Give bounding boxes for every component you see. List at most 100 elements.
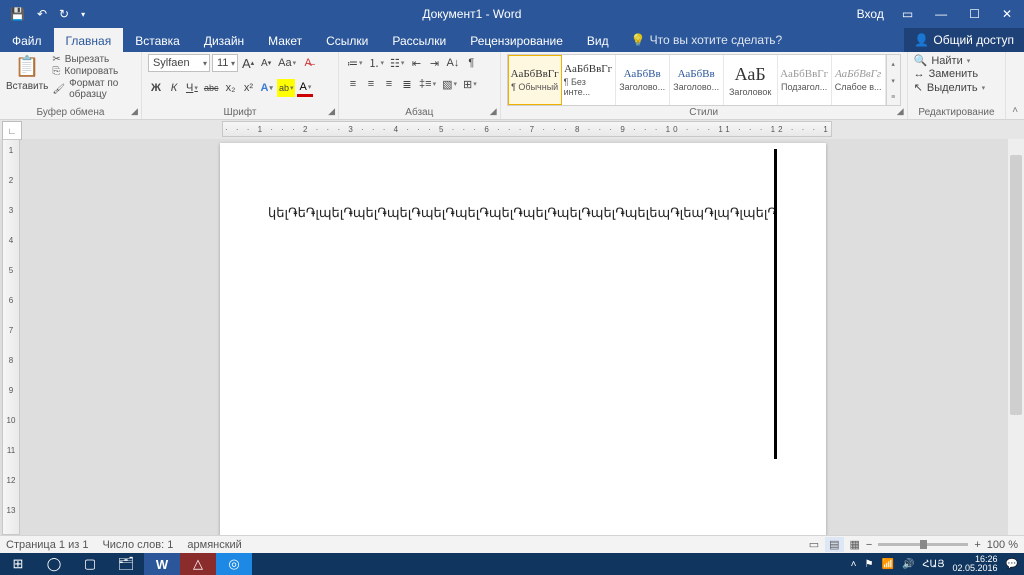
taskview-icon[interactable]: ▢ [72, 553, 108, 575]
align-right-button[interactable]: ≡ [381, 75, 397, 93]
style-heading1[interactable]: АаБбВвЗаголово... [616, 55, 670, 105]
italic-button[interactable]: К [166, 79, 182, 97]
ribbon-options-icon[interactable]: ▭ [892, 3, 923, 25]
tab-layout[interactable]: Макет [256, 28, 314, 52]
explorer-icon[interactable]: 🗂 [108, 553, 144, 575]
style-no-spacing[interactable]: АаБбВвГг¶ Без инте... [562, 55, 616, 105]
qat-customize-icon[interactable]: ▾ [77, 8, 89, 21]
borders-button[interactable]: ⊞ [461, 75, 479, 93]
sort-button[interactable]: A↓ [444, 54, 461, 72]
zoom-out-button[interactable]: − [866, 539, 872, 551]
language-status[interactable]: армянский [187, 539, 241, 551]
tab-review[interactable]: Рецензирование [458, 28, 575, 52]
document-page[interactable]: կել֏ե֏լպել֏պել֏պել֏պել֏պել֏պել֏պել֏պել֏պ… [220, 143, 826, 535]
volume-icon[interactable]: 🔊 [902, 559, 914, 570]
copy-button[interactable]: ⎘Копировать [52, 66, 135, 77]
scrollbar-thumb[interactable] [1010, 155, 1022, 415]
tab-references[interactable]: Ссылки [314, 28, 380, 52]
vertical-scrollbar[interactable] [1008, 139, 1024, 535]
line-spacing-button[interactable]: ‡≡ [417, 75, 438, 93]
paragraph-dialog-launcher[interactable]: ◢ [490, 106, 497, 117]
paste-button[interactable]: 📋 Вставить [6, 54, 48, 92]
word-count[interactable]: Число слов: 1 [102, 539, 173, 551]
flag-icon[interactable]: ⚑ [865, 559, 874, 570]
tab-mailings[interactable]: Рассылки [380, 28, 458, 52]
close-icon[interactable]: ✕ [992, 3, 1022, 25]
tab-file[interactable]: Файл [0, 28, 54, 52]
app2-taskbar-icon[interactable]: △ [180, 553, 216, 575]
word-taskbar-icon[interactable]: W [144, 553, 180, 575]
font-color-button[interactable]: A [297, 79, 313, 97]
vertical-ruler[interactable]: 12 34 56 78 910 1112 13 [2, 139, 20, 535]
page-count[interactable]: Страница 1 из 1 [6, 539, 88, 551]
styles-dialog-launcher[interactable]: ◢ [897, 106, 904, 117]
style-title[interactable]: АаБЗаголовок [724, 55, 778, 105]
align-left-button[interactable]: ≡ [345, 75, 361, 93]
multilevel-button[interactable]: ☷ [388, 54, 406, 72]
select-button[interactable]: ↖Выделить▾ [914, 81, 985, 94]
save-icon[interactable]: 💾 [6, 5, 29, 23]
keyboard-lang[interactable]: ՀԱՅ [922, 559, 944, 570]
underline-button[interactable]: Ч [184, 79, 200, 97]
tray-up-icon[interactable]: ˄ [851, 559, 857, 570]
superscript-button[interactable]: x² [240, 79, 256, 97]
change-case-button[interactable]: Aa [276, 54, 298, 72]
redo-icon[interactable]: ↻ [55, 5, 73, 23]
print-layout-icon[interactable]: ▤ [825, 537, 843, 552]
align-center-button[interactable]: ≡ [363, 75, 379, 93]
cut-button[interactable]: ✂Вырезать [52, 54, 135, 65]
style-heading2[interactable]: АаБбВвЗаголово... [670, 55, 724, 105]
shrink-font-button[interactable]: A▾ [258, 54, 274, 72]
highlight-button[interactable]: ab [277, 79, 296, 97]
search-taskbar-icon[interactable]: ◯ [36, 553, 72, 575]
font-dialog-launcher[interactable]: ◢ [328, 106, 335, 117]
strike-button[interactable]: abc [202, 79, 221, 97]
zoom-level[interactable]: 100 % [987, 539, 1018, 551]
web-layout-icon[interactable]: ▦ [850, 538, 860, 551]
wifi-icon[interactable]: 📶 [881, 559, 893, 570]
collapse-ribbon-icon[interactable]: ˄ [1006, 52, 1024, 119]
replace-button[interactable]: ↔Заменить [914, 68, 985, 80]
subscript-button[interactable]: x₂ [222, 79, 238, 97]
start-button[interactable]: ⊞ [0, 553, 36, 575]
styles-expand[interactable]: ▴▾≡ [886, 55, 900, 105]
app3-taskbar-icon[interactable]: ◎ [216, 553, 252, 575]
indent-dec-button[interactable]: ⇤ [408, 54, 424, 72]
grow-font-button[interactable]: A▴ [240, 54, 256, 72]
notifications-icon[interactable]: 💬 [1006, 559, 1018, 570]
zoom-slider[interactable] [878, 543, 968, 546]
tell-me[interactable]: 💡 Что вы хотите сделать? [621, 28, 793, 52]
bold-button[interactable]: Ж [148, 79, 164, 97]
style-subtle[interactable]: АаБбВвГгСлабое в... [832, 55, 886, 105]
clock[interactable]: 16:26 02.05.2016 [953, 555, 998, 573]
style-normal[interactable]: АаБбВвГг¶ Обычный [508, 55, 562, 105]
tab-selector[interactable]: ∟ [2, 121, 22, 140]
numbering-button[interactable]: ⒈ [367, 54, 387, 72]
tab-view[interactable]: Вид [575, 28, 621, 52]
zoom-in-button[interactable]: + [974, 539, 980, 551]
styles-gallery[interactable]: АаБбВвГг¶ Обычный АаБбВвГг¶ Без инте... … [507, 54, 901, 106]
minimize-icon[interactable]: — [925, 3, 957, 25]
read-mode-icon[interactable]: ▭ [809, 538, 819, 551]
justify-button[interactable]: ≣ [399, 75, 415, 93]
show-marks-button[interactable]: ¶ [463, 54, 479, 72]
share-button[interactable]: 👤 Общий доступ [904, 28, 1024, 52]
format-painter-button[interactable]: 🖌Формат по образцу [52, 78, 135, 100]
font-name-combo[interactable]: Sylfaen [148, 54, 210, 72]
font-size-combo[interactable]: 11 [212, 54, 238, 72]
find-button[interactable]: 🔍Найти▾ [914, 54, 985, 67]
bullets-button[interactable]: ≔ [345, 54, 365, 72]
text-effects-button[interactable]: A [258, 79, 274, 97]
tab-insert[interactable]: Вставка [123, 28, 192, 52]
sign-in-link[interactable]: Вход [849, 7, 892, 21]
tab-home[interactable]: Главная [54, 28, 124, 52]
indent-inc-button[interactable]: ⇥ [426, 54, 442, 72]
maximize-icon[interactable]: ☐ [959, 3, 990, 25]
document-text[interactable]: կել֏ե֏լպել֏պել֏պել֏պել֏պել֏պել֏պել֏պել֏պ… [268, 205, 778, 221]
clipboard-dialog-launcher[interactable]: ◢ [131, 106, 138, 117]
horizontal-ruler[interactable]: · · · 1 · · · 2 · · · 3 · · · 4 · · · 5 … [222, 121, 832, 137]
undo-icon[interactable]: ↶ [33, 5, 51, 23]
style-subtitle[interactable]: АаБбВвГгПодзагол... [778, 55, 832, 105]
clear-format-button[interactable]: A̶ [300, 54, 316, 72]
shading-button[interactable]: ▧ [440, 75, 459, 93]
